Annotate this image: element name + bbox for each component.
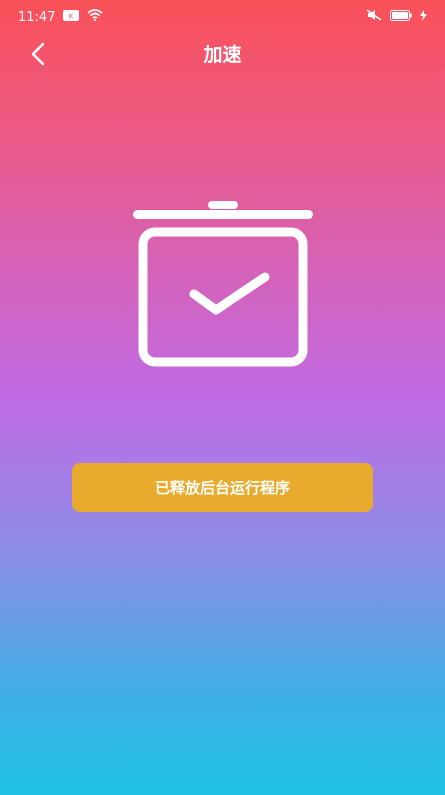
mute-icon: [366, 9, 382, 25]
wifi-icon: [87, 9, 104, 25]
cleaned-trash-check-icon: [133, 201, 313, 367]
svg-text:K: K: [69, 12, 74, 20]
battery-icon: [390, 9, 412, 25]
status-left: 11:47 K: [18, 9, 104, 25]
status-time: 11:47: [18, 9, 56, 25]
status-right: [366, 9, 427, 25]
page-title: 加速: [203, 44, 242, 66]
notification-icon: K: [63, 9, 80, 25]
status-bar: 11:47 K: [0, 0, 445, 34]
nav-bar: 加速: [0, 34, 445, 74]
status-button[interactable]: 已释放后台运行程序: [72, 463, 373, 512]
charging-icon: [420, 9, 427, 25]
